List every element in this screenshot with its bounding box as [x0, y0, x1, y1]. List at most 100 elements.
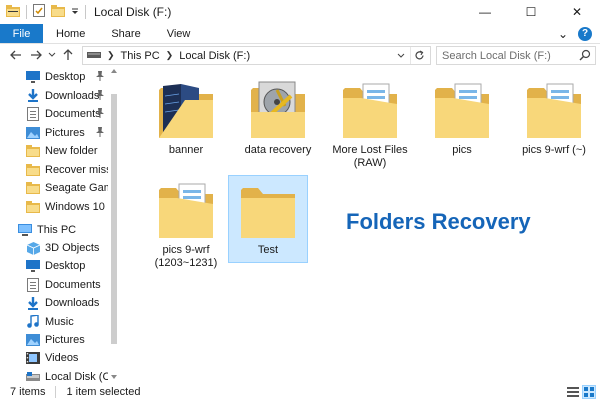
address-bar[interactable]: ❯ This PC ❯ Local Disk (F:) [82, 46, 431, 65]
folder-name: data recovery [244, 144, 312, 156]
details-view-button[interactable] [566, 385, 580, 399]
new-folder-icon[interactable] [51, 4, 65, 20]
pin-icon [96, 126, 104, 140]
item-count: 7 items [10, 386, 46, 398]
nav-item-label: New folder [45, 145, 98, 157]
folder-name: banner [168, 144, 204, 156]
tab-view[interactable]: View [154, 24, 204, 43]
nav-item-this-pc[interactable]: This PC [0, 221, 108, 239]
nav-item-3d-objects[interactable]: 3D Objects [0, 239, 108, 257]
chevron-right-icon[interactable]: ❯ [166, 50, 174, 61]
chevron-right-icon[interactable]: ❯ [107, 50, 115, 61]
forward-arrow-icon [31, 50, 42, 60]
folder-name: pics [452, 144, 472, 156]
folder-icon [26, 144, 40, 158]
pin-icon [96, 108, 104, 121]
address-history-button[interactable] [394, 47, 408, 64]
nav-item-documents[interactable]: Documents [0, 105, 108, 123]
navigation-pane: Desktop Downloads Documents Pictures New fol… [0, 66, 120, 384]
quick-access-toolbar [0, 0, 86, 24]
computer-icon [18, 223, 32, 237]
details-view-icon [567, 387, 579, 397]
expand-ribbon-chevron-icon[interactable]: ⌄ [558, 27, 568, 41]
documents-icon [26, 277, 40, 292]
chevron-down-icon [397, 53, 405, 58]
folder-name: Test [257, 244, 279, 256]
nav-item-windows-10-pas[interactable]: Windows 10 pas [0, 198, 108, 216]
pin-icon [96, 71, 104, 84]
file-list: Folders Recovery banner data recovery More… [120, 66, 600, 384]
navigation-pane-scrollbar[interactable] [108, 66, 120, 384]
large-icons-view-button[interactable] [582, 385, 596, 399]
help-icon[interactable]: ? [578, 26, 592, 41]
folder-item[interactable]: banner [146, 76, 226, 174]
nav-item-local-disk-c[interactable]: Local Disk (C:) [0, 368, 108, 384]
nav-item-label: Windows 10 pas [45, 200, 108, 213]
up-button[interactable] [58, 45, 78, 65]
nav-item-pictures[interactable]: Pictures [0, 331, 108, 349]
nav-item-downloads[interactable]: Downloads [0, 294, 108, 312]
folder-item[interactable]: More Lost Files (RAW) [330, 76, 410, 174]
back-arrow-icon [10, 50, 21, 60]
tab-file[interactable]: File [0, 24, 43, 43]
folders-recovery-caption: Folders Recovery [346, 209, 531, 234]
tab-share[interactable]: Share [98, 24, 153, 43]
folder-item[interactable]: Test [228, 175, 308, 263]
nav-item-label: Downloads [45, 89, 100, 102]
selection-count: 1 item selected [66, 386, 141, 398]
nav-item-music[interactable]: Music [0, 313, 108, 331]
tab-home[interactable]: Home [43, 24, 98, 43]
forward-button[interactable] [26, 45, 46, 65]
folder-icon [523, 76, 585, 142]
scroll-down-icon[interactable] [110, 374, 118, 380]
properties-icon[interactable] [33, 4, 45, 20]
breadcrumb-local-disk[interactable]: Local Disk (F:) [179, 50, 250, 62]
folder-item[interactable]: pics 9-wrf (~) [514, 76, 594, 174]
scroll-up-icon[interactable] [110, 68, 118, 74]
search-icon[interactable] [579, 49, 591, 64]
folder-name: pics 9-wrf (1203~1231) [154, 244, 218, 269]
folder-item[interactable]: pics 9-wrf (1203~1231) [146, 176, 226, 274]
recent-locations-button[interactable] [46, 45, 58, 65]
nav-item-label: 3D Objects [45, 242, 100, 254]
refresh-button[interactable] [410, 47, 428, 64]
nav-item-desktop[interactable]: Desktop [0, 68, 108, 86]
folder-icon [339, 76, 401, 142]
status-bar: 7 items 1 item selected [0, 384, 600, 400]
nav-item-videos[interactable]: Videos [0, 349, 108, 367]
nav-item-desktop[interactable]: Desktop [0, 257, 108, 275]
nav-item-recover-missing[interactable]: Recover missing [0, 161, 108, 179]
desktop-icon [26, 70, 40, 84]
folder-item[interactable]: data recovery [238, 76, 318, 174]
nav-item-downloads[interactable]: Downloads [0, 87, 108, 105]
nav-item-pictures[interactable]: Pictures [0, 124, 108, 142]
maximize-button[interactable]: ☐ [508, 0, 554, 24]
nav-item-documents[interactable]: Documents [0, 276, 108, 294]
nav-item-label: This PC [37, 224, 77, 236]
pictures-icon [26, 333, 40, 347]
desktop-icon [26, 259, 40, 273]
search-placeholder: Search Local Disk (F:) [442, 49, 551, 62]
minimize-button[interactable]: — [462, 0, 508, 24]
nav-item-label: Recover missing [45, 163, 108, 176]
download-icon [26, 89, 40, 103]
customize-toolbar-chevron-icon[interactable] [71, 5, 79, 19]
folder-item[interactable]: pics [422, 76, 502, 174]
search-input[interactable]: Search Local Disk (F:) [436, 46, 596, 65]
folder-icon [155, 76, 217, 142]
ribbon-right-controls: ⌄ ? [558, 24, 600, 43]
nav-item-label: Videos [45, 352, 79, 365]
nav-item-label: Pictures [45, 334, 85, 346]
close-button[interactable]: ✕ [554, 0, 600, 24]
breadcrumb-this-pc[interactable]: This PC [121, 50, 160, 62]
nav-item-label: Downloads [45, 297, 100, 310]
scrollbar-thumb[interactable] [111, 94, 117, 344]
back-button[interactable] [6, 45, 26, 65]
nav-item-new-folder[interactable]: New folder [0, 142, 108, 160]
videos-icon [26, 351, 40, 365]
pictures-icon [26, 126, 40, 140]
documents-icon [26, 107, 40, 121]
window-controls: — ☐ ✕ [462, 0, 600, 24]
drive-icon [26, 370, 40, 384]
nav-item-seagate-game-d[interactable]: Seagate Game D [0, 179, 108, 197]
